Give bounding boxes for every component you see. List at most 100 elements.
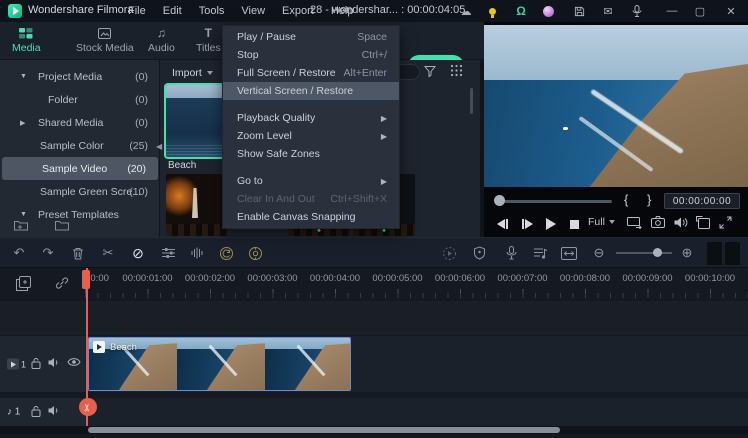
expander-down-icon[interactable]: ▼ [20,211,30,218]
close-button[interactable]: ✕ [718,0,744,22]
filter-icon[interactable] [423,64,439,80]
stop-button[interactable] [564,214,584,234]
speed-sliders-icon[interactable] [159,244,177,262]
lock-icon[interactable] [31,357,45,371]
preview-zoom-select[interactable]: Full [588,216,615,228]
sidebar-item-folder[interactable]: Folder (0) [0,88,160,111]
media-item-beach[interactable] [164,83,230,159]
tab-audio[interactable]: ♫ Audio [148,26,175,54]
timeline-zoom-slider[interactable] [616,252,672,254]
sidebar-item-sample-color[interactable]: Sample Color (25) [0,134,160,157]
zoom-out-icon[interactable]: ⊖ [590,244,608,262]
color-match-icon[interactable] [217,244,235,262]
menu-item-play-pause[interactable]: Play / Pause Space [223,28,399,46]
crop-icon[interactable]: ⊘ [129,244,147,262]
account-avatar[interactable] [540,3,556,19]
minimize-button[interactable]: — [659,0,685,22]
tab-stock-media[interactable]: Stock Media [76,26,134,54]
render-preview-icon[interactable] [440,244,458,262]
import-dropdown-arrow[interactable] [207,71,213,75]
headset-icon[interactable]: Ω [513,3,529,19]
preview-video[interactable] [484,25,748,187]
timeline-zoom-handle[interactable] [653,248,662,257]
scrubber-track[interactable] [496,200,612,203]
media-panel-scrollbar[interactable] [470,88,473,114]
undo-icon[interactable]: ↶ [10,244,28,262]
mic-icon[interactable] [629,3,645,19]
menubar-item-view[interactable]: View [241,5,265,17]
grid-view-icon[interactable] [450,64,466,80]
previous-frame-button[interactable] [492,214,512,234]
menu-item-full-screen-restore[interactable]: Full Screen / Restore Alt+Enter [223,64,399,82]
save-icon[interactable] [571,3,587,19]
expander-right-icon[interactable]: ▶ [20,119,30,127]
export-frame-icon[interactable] [696,216,714,234]
fit-timeline-icon[interactable] [560,244,578,262]
mute-icon[interactable] [48,357,62,371]
menubar-item-file[interactable]: File [128,5,146,17]
transport-controls: Full [484,214,748,236]
menu-item-go-to[interactable]: Go to ▶ [223,172,399,190]
audio-stretch-icon[interactable] [532,244,550,262]
menubar-item-edit[interactable]: Edit [163,5,182,17]
delete-folder-icon[interactable] [55,219,69,231]
timeline-clip-beach[interactable]: Beach [88,337,351,391]
play-button[interactable] [541,214,561,234]
sidebar-item-shared-media[interactable]: ▶ Shared Media (0) [0,111,160,134]
import-button[interactable]: Import [172,67,202,79]
menu-item-label: Clear In And Out [237,193,315,205]
eye-icon[interactable] [67,357,81,371]
menu-item-stop[interactable]: Stop Ctrl+/ [223,46,399,64]
expander-down-icon[interactable]: ▼ [20,73,30,80]
menu-item-vertical-screen-restore[interactable]: Vertical Screen / Restore [223,82,399,100]
volume-icon[interactable] [674,216,692,234]
menu-item-enable-canvas-snapping[interactable]: Enable Canvas Snapping [223,208,399,226]
cloud-icon[interactable]: ☁ [458,3,474,19]
mute-icon[interactable] [48,405,62,419]
zoom-in-icon[interactable]: ⊕ [678,244,696,262]
tab-media[interactable]: Media [12,26,41,54]
mail-icon[interactable]: ✉ [600,3,616,19]
manage-tracks-icon[interactable] [16,276,32,292]
bulb-icon[interactable] [484,3,500,19]
new-folder-icon[interactable] [14,219,28,231]
record-voiceover-icon[interactable] [502,244,520,262]
menu-item-playback-quality[interactable]: Playback Quality ▶ [223,109,399,127]
ruler-label: 00:00:02:00 [184,273,236,284]
menu-item-zoom-level[interactable]: Zoom Level ▶ [223,127,399,145]
scrubber-row: { } 00:00:00:00 [484,190,748,212]
media-item-2[interactable] [166,174,228,236]
sidebar-item-sample-green-scre[interactable]: Sample Green Scre... (10) [0,180,160,203]
panel-collapse-arrow[interactable]: ◀ [156,142,162,151]
menu-item-show-safe-zones[interactable]: Show Safe Zones [223,145,399,163]
link-icon[interactable] [55,276,71,292]
mark-in-button[interactable]: { [624,192,628,207]
next-frame-button[interactable] [517,214,537,234]
playhead-handle[interactable] [82,270,90,289]
maximize-button[interactable]: ▢ [687,0,713,22]
empty-track-lane[interactable] [0,301,748,335]
audio-adjust-icon[interactable] [188,244,206,262]
titles-icon: T [204,26,213,40]
delete-icon[interactable] [69,244,87,262]
panel-toggle-left[interactable] [707,242,722,265]
mirror-display-icon[interactable] [627,216,645,234]
video-track[interactable]: 1 Beach [0,336,748,392]
playhead-cut-button[interactable]: ✂ [79,398,97,416]
tab-titles[interactable]: T Titles [196,26,221,54]
mark-shield-icon[interactable] [470,244,488,262]
scrubber-handle[interactable] [494,195,505,206]
lock-icon[interactable] [31,405,45,419]
redo-icon[interactable]: ↷ [39,244,57,262]
panel-toggle-right[interactable] [725,242,740,265]
audio-track[interactable]: ♪ 1 [0,398,748,426]
fullscreen-icon[interactable] [719,216,737,234]
timeline-scrollbar-thumb[interactable] [88,427,560,433]
mark-out-button[interactable]: } [647,192,651,207]
snapshot-camera-icon[interactable] [651,216,669,234]
sidebar-item-sample-video[interactable]: Sample Video (20) [2,157,158,180]
motion-tracking-icon[interactable] [246,244,264,262]
split-scissors-icon[interactable]: ✂ [99,244,117,262]
menubar-item-tools[interactable]: Tools [199,5,225,17]
sidebar-item-project-media[interactable]: ▼ Project Media (0) [0,65,160,88]
